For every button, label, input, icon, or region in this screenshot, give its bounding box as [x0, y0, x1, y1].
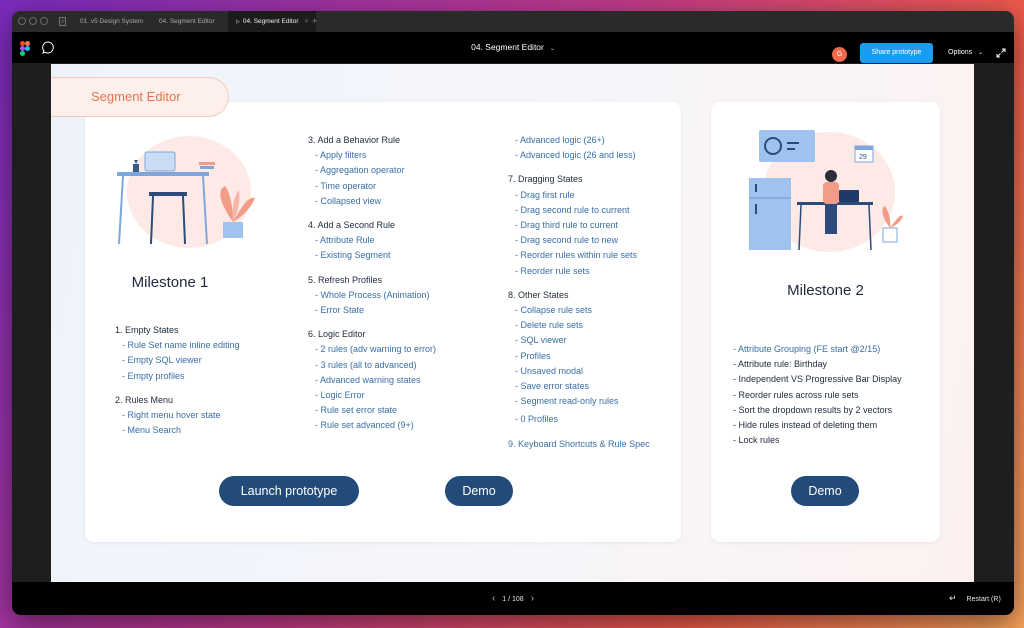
list-item[interactable]: - Delete rule sets: [508, 318, 650, 333]
chevron-down-icon: ⌄: [549, 46, 555, 52]
section-heading: 4. Add a Second Rule: [308, 220, 396, 231]
list-item[interactable]: - Collapse rule sets: [508, 303, 650, 318]
list-item[interactable]: - Drag first rule: [508, 188, 650, 203]
list-item[interactable]: - Advanced logic (26+): [508, 133, 650, 148]
tab-design-system[interactable]: 01. v5 Design System: [80, 11, 143, 32]
list-item[interactable]: - Reorder rules within rule sets: [508, 248, 650, 263]
milestone-1-title: Milestone 1: [131, 274, 209, 291]
list-item[interactable]: - Error State: [308, 303, 436, 318]
desk-illustration: [117, 136, 255, 248]
tab-bar: 01. v5 Design System 04. Segment Editor …: [12, 11, 1014, 33]
chevron-down-icon: ⌄: [978, 50, 984, 56]
list-item[interactable]: - Attribute rule: Birthday: [733, 357, 902, 372]
section-heading: 5. Refresh Profiles: [308, 274, 383, 285]
minimize-window-icon[interactable]: [29, 17, 37, 25]
list-item[interactable]: - Save error states: [508, 379, 650, 394]
section-heading: 3. Add a Behavior Rule: [308, 135, 401, 145]
tab-label: 04. Segment Editor: [242, 18, 299, 25]
list-item[interactable]: - Collapsed view: [308, 194, 436, 209]
list-item[interactable]: - 2 rules (adv warning to error): [308, 342, 436, 357]
list-item[interactable]: - 3 rules (all to advanced): [308, 358, 436, 373]
list-item[interactable]: - Drag third rule to current: [508, 218, 650, 233]
segment-editor-header: Segment Editor: [51, 77, 229, 117]
workspace-illustration: 29: [749, 130, 903, 252]
toolbar: 04. Segment Editor ⌄ G Share prototype Op…: [12, 32, 1014, 63]
list-item[interactable]: - Rule set error state: [308, 403, 436, 418]
list-item[interactable]: - Lock rules: [733, 433, 902, 448]
tab-segment-editor-active[interactable]: ▷ 04. Segment Editor ×: [228, 11, 317, 32]
calendar-day: 29: [859, 154, 867, 161]
options-menu[interactable]: Options ⌄: [948, 43, 983, 63]
list-item[interactable]: - Right menu hover state: [115, 408, 240, 423]
share-prototype-button[interactable]: Share prototype: [860, 43, 933, 63]
section-heading: 2. Rules Menu: [115, 394, 174, 405]
list-item[interactable]: - Time operator: [308, 179, 436, 194]
list-item[interactable]: - Unsaved modal: [508, 364, 650, 379]
restart-arrow-icon: ↵: [949, 593, 957, 603]
list-item[interactable]: - Profiles: [508, 349, 650, 364]
bottom-bar: ‹ 1 / 108 › ↵ Restart (R): [12, 582, 1014, 615]
list-item[interactable]: - Existing Segment: [308, 248, 436, 263]
frame-counter: 1 / 108: [502, 596, 524, 603]
section-heading: 8. Other States: [508, 289, 569, 300]
list-item[interactable]: - Whole Process (Animation): [308, 288, 436, 303]
expand-icon[interactable]: [996, 48, 1006, 58]
list-item[interactable]: - Segment read-only rules: [508, 394, 650, 409]
milestone-2-list: - Attribute Grouping (FE start @2/15) - …: [733, 342, 902, 448]
milestone-1-col-3: - Advanced logic (26+) - Advanced logic …: [508, 133, 650, 452]
list-item[interactable]: - Drag second rule to new: [508, 233, 650, 248]
options-label: Options: [948, 49, 973, 56]
list-item[interactable]: - Empty profiles: [115, 369, 240, 384]
section-heading: 7. Dragging States: [508, 174, 583, 185]
milestone-2-card: 29 Milestone 2 - Attribute Grouping (FE …: [711, 102, 940, 542]
section-heading-link[interactable]: 9. Keyboard Shortcuts & Rule Spec: [508, 437, 650, 452]
list-item[interactable]: - Logic Error: [308, 388, 436, 403]
prototype-frame: Milestone 1 1. Empty States - Rule Set n…: [51, 64, 974, 582]
list-item[interactable]: - Sort the dropdown results by 2 vectors: [733, 403, 902, 418]
list-item[interactable]: - Attribute Rule: [308, 233, 436, 248]
close-window-icon[interactable]: [18, 17, 26, 25]
list-item[interactable]: - Rule set advanced (9+): [308, 418, 436, 433]
app-window: 01. v5 Design System 04. Segment Editor …: [12, 11, 1014, 615]
list-item[interactable]: - Attribute Grouping (FE start @2/15): [733, 342, 902, 357]
list-item[interactable]: - Advanced logic (26 and less): [508, 148, 650, 163]
list-item[interactable]: - Drag second rule to current: [508, 203, 650, 218]
list-item[interactable]: - Independent VS Progressive Bar Display: [733, 372, 902, 387]
list-item[interactable]: - Empty SQL viewer: [115, 353, 240, 368]
milestone-1-card: Milestone 1 1. Empty States - Rule Set n…: [85, 102, 681, 542]
list-item[interactable]: - 0 Profiles: [508, 412, 650, 427]
list-item[interactable]: - Rule Set name inline editing: [115, 338, 240, 353]
list-item[interactable]: - Hide rules instead of deleting them: [733, 418, 902, 433]
list-item[interactable]: - Advanced warning states: [308, 373, 436, 388]
milestone-2-title: Milestone 2: [787, 282, 864, 299]
list-item[interactable]: - Apply filters: [308, 148, 436, 163]
document-title-text: 04. Segment Editor: [471, 42, 544, 52]
list-item[interactable]: - Reorder rule sets: [508, 264, 650, 279]
list-item[interactable]: - Aggregation operator: [308, 163, 436, 178]
previous-frame-icon[interactable]: ‹: [492, 593, 495, 604]
milestone-2-demo-button[interactable]: Demo: [791, 476, 859, 506]
section-heading: 6. Logic Editor: [308, 329, 366, 340]
zoom-window-icon[interactable]: [40, 17, 48, 25]
list-item[interactable]: - Menu Search: [115, 423, 240, 438]
milestone-1-col-2: 3. Add a Behavior Rule - Apply filters -…: [308, 133, 436, 434]
tab-segment-editor[interactable]: 04. Segment Editor: [159, 11, 215, 32]
launch-prototype-button[interactable]: Launch prototype: [219, 476, 359, 506]
close-tab-icon[interactable]: ×: [305, 18, 309, 25]
milestone-1-demo-button[interactable]: Demo: [445, 476, 513, 506]
play-icon: ▷: [236, 19, 240, 25]
figma-file-icon[interactable]: [59, 17, 66, 26]
list-item[interactable]: - Reorder rules across rule sets: [733, 388, 902, 403]
restart-label: Restart (R): [966, 596, 1001, 603]
restart-button[interactable]: ↵ Restart (R): [949, 582, 1001, 615]
new-tab-button[interactable]: +: [312, 11, 317, 32]
list-item[interactable]: - SQL viewer: [508, 333, 650, 348]
milestone-1-col-1: 1. Empty States - Rule Set name inline e…: [115, 323, 240, 438]
next-frame-icon[interactable]: ›: [531, 593, 534, 604]
avatar[interactable]: G: [832, 47, 847, 62]
section-heading: 1. Empty States: [115, 325, 179, 335]
pager: ‹ 1 / 108 ›: [12, 582, 1014, 615]
